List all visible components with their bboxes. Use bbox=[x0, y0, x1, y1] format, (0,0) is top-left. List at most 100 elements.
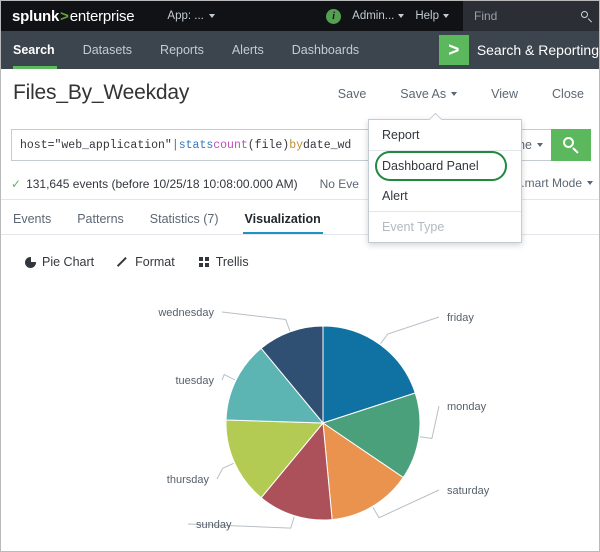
logo-chevron: > bbox=[60, 7, 69, 25]
app-selector-menu[interactable]: App: ... bbox=[167, 10, 215, 22]
tab-visualization[interactable]: Visualization bbox=[232, 203, 334, 235]
visualization-toolbar: Pie Chart Format Trellis bbox=[1, 247, 599, 277]
pie-chart-visualization: friday monday saturday sunday thursday tuesda… bbox=[1, 283, 599, 551]
trellis-label: Trellis bbox=[215, 255, 249, 269]
logo-splunk-text: splunk bbox=[12, 7, 60, 25]
nav-item-datasets[interactable]: Datasets bbox=[69, 31, 146, 69]
tab-label: Events bbox=[13, 212, 52, 226]
menu-item-label: Report bbox=[382, 128, 420, 142]
nav-item-label: Datasets bbox=[82, 43, 133, 57]
tab-events[interactable]: Events bbox=[1, 203, 64, 235]
view-button[interactable]: View bbox=[474, 87, 535, 101]
admin-menu[interactable]: Admin... bbox=[352, 10, 405, 22]
save-button-label: Save bbox=[337, 87, 367, 101]
leader-line-friday bbox=[380, 316, 440, 344]
search-mode-picker[interactable]: ...mart Mode bbox=[515, 176, 593, 190]
pie-label-monday: monday bbox=[447, 401, 487, 413]
leader-line-thursday bbox=[216, 462, 234, 480]
admin-menu-label: Admin... bbox=[352, 10, 395, 22]
spl-token-stats: stats bbox=[178, 138, 214, 152]
pie-label-saturday: saturday bbox=[447, 485, 490, 497]
pencil-icon bbox=[118, 257, 129, 268]
save-button[interactable]: Save bbox=[321, 87, 384, 101]
save-as-button-label: Save As bbox=[400, 87, 447, 101]
app-navbar: Search Datasets Reports Alerts Dashboard… bbox=[1, 31, 599, 69]
nav-item-dashboards[interactable]: Dashboards bbox=[278, 31, 373, 69]
chart-type-picker[interactable]: Pie Chart bbox=[25, 255, 94, 269]
splunk-logo[interactable]: splunk > enterprise bbox=[12, 7, 135, 25]
search-title-row: Files_By_Weekday Save Save As View Close bbox=[1, 69, 599, 119]
find-input-placeholder: Find bbox=[474, 9, 498, 23]
help-menu[interactable]: Help bbox=[415, 10, 449, 22]
menu-item-label: Dashboard Panel bbox=[382, 159, 479, 173]
nav-item-search[interactable]: Search bbox=[1, 31, 69, 69]
spl-token-pipe: | bbox=[171, 138, 179, 152]
close-button-label: Close bbox=[552, 87, 584, 101]
pie-label-thursday: thursday bbox=[167, 474, 210, 486]
tab-statistics[interactable]: Statistics (7) bbox=[137, 203, 232, 235]
leader-line-tuesday bbox=[221, 373, 236, 381]
chevron-down-icon bbox=[537, 143, 543, 147]
spl-token-field: (file) bbox=[247, 138, 290, 152]
help-menu-label: Help bbox=[415, 10, 439, 22]
app-badge[interactable]: > Search & Reporting bbox=[438, 31, 599, 69]
nav-item-label: Reports bbox=[160, 43, 204, 57]
spl-token-host: host="web_application" bbox=[20, 138, 172, 152]
close-button[interactable]: Close bbox=[535, 87, 599, 101]
menu-item-label: Alert bbox=[382, 189, 408, 203]
tab-label: Patterns bbox=[77, 212, 124, 226]
spl-token-groupfield: date_wd bbox=[303, 138, 352, 152]
leader-line-wednesday bbox=[221, 311, 291, 331]
search-icon bbox=[581, 10, 592, 22]
app-chevron-icon: > bbox=[438, 35, 469, 65]
event-sampling-label[interactable]: No Eve bbox=[320, 177, 359, 191]
pie-label-friday: friday bbox=[447, 312, 474, 324]
topbar-right-group: i Admin... Help Find bbox=[326, 1, 599, 31]
trellis-icon bbox=[198, 257, 210, 267]
dropdown-arrow bbox=[429, 113, 442, 120]
chevron-down-icon bbox=[587, 181, 593, 185]
pie-label-sunday: sunday bbox=[196, 519, 232, 531]
app-selector-label: App: ... bbox=[167, 10, 204, 22]
chevron-down-icon bbox=[443, 14, 449, 18]
pie-label-tuesday: tuesday bbox=[175, 375, 214, 387]
logo-enterprise-text: enterprise bbox=[69, 7, 135, 25]
format-button[interactable]: Format bbox=[118, 255, 175, 269]
pie-chart-svg: friday monday saturday sunday thursday tuesda… bbox=[157, 307, 490, 531]
leader-line-monday bbox=[419, 405, 440, 440]
pie-slice-group bbox=[225, 325, 421, 521]
chart-type-label: Pie Chart bbox=[42, 255, 95, 269]
search-mode-label: ...mart Mode bbox=[514, 176, 582, 190]
save-as-dropdown: Report Dashboard Panel Alert Event Type bbox=[368, 119, 522, 243]
menu-item-report[interactable]: Report bbox=[369, 120, 521, 151]
title-action-group: Save Save As View Close bbox=[321, 87, 599, 101]
nav-item-alerts[interactable]: Alerts bbox=[218, 31, 278, 69]
tab-label: Visualization bbox=[244, 212, 321, 226]
event-count: ✓ 131,645 events (before 10/25/18 10:08:… bbox=[11, 177, 298, 191]
check-icon: ✓ bbox=[11, 177, 22, 191]
page-title: Files_By_Weekday bbox=[13, 81, 190, 104]
find-input[interactable]: Find bbox=[463, 1, 599, 31]
menu-item-dashboard-panel[interactable]: Dashboard Panel bbox=[369, 151, 521, 181]
menu-item-event-type: Event Type bbox=[369, 211, 521, 242]
spl-token-by: by bbox=[289, 138, 303, 152]
tab-patterns[interactable]: Patterns bbox=[64, 203, 137, 235]
menu-item-label: Event Type bbox=[382, 220, 445, 234]
pie-label-wednesday: wednesday bbox=[157, 307, 214, 319]
splunk-search-window: splunk > enterprise App: ... i Admin... He… bbox=[0, 0, 600, 552]
nav-item-reports[interactable]: Reports bbox=[146, 31, 218, 69]
nav-item-label: Dashboards bbox=[291, 43, 360, 57]
menu-item-alert[interactable]: Alert bbox=[369, 181, 521, 211]
trellis-button[interactable]: Trellis bbox=[198, 255, 249, 269]
format-label: Format bbox=[135, 255, 175, 269]
save-as-button[interactable]: Save As bbox=[383, 87, 474, 101]
spl-token-count: count bbox=[213, 138, 248, 152]
nav-item-label: Alerts bbox=[231, 43, 264, 57]
chevron-down-icon bbox=[451, 92, 458, 96]
view-button-label: View bbox=[491, 87, 519, 101]
run-search-button[interactable] bbox=[551, 129, 591, 161]
chevron-down-icon bbox=[398, 14, 405, 18]
event-count-label: 131,645 events (before 10/25/18 10:08:00… bbox=[26, 177, 298, 191]
info-icon[interactable]: i bbox=[326, 8, 342, 24]
nav-item-label: Search bbox=[13, 43, 55, 57]
